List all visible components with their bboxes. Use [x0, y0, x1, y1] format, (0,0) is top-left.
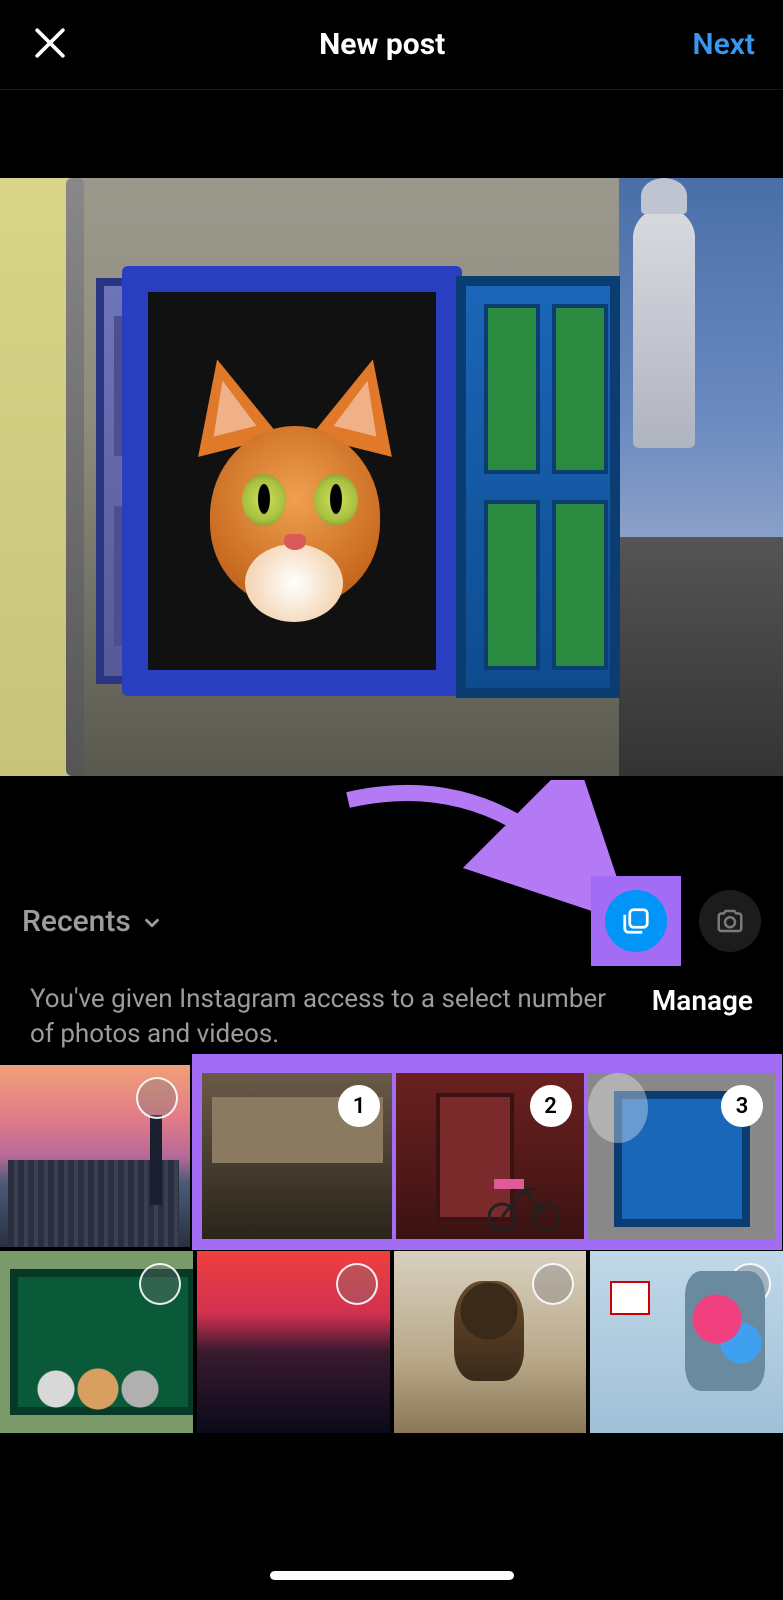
manage-button[interactable]: Manage — [652, 984, 753, 1017]
photo-thumbnail[interactable] — [0, 1065, 190, 1247]
selection-indicator[interactable] — [136, 1077, 178, 1119]
selection-indicator[interactable]: 1 — [338, 1085, 380, 1127]
album-selector-row: Recents — [0, 876, 783, 966]
photo-thumbnail[interactable] — [0, 1251, 193, 1433]
header-bar: New post Next — [0, 0, 783, 90]
limited-access-message: You've given Instagram access to a selec… — [30, 982, 632, 1052]
selection-indicator[interactable] — [729, 1263, 771, 1305]
photo-thumbnail[interactable]: 1 — [202, 1073, 392, 1239]
photo-preview[interactable] — [0, 178, 783, 776]
limited-access-row: You've given Instagram access to a selec… — [0, 982, 783, 1052]
preview-image — [0, 178, 783, 776]
camera-icon — [715, 906, 745, 936]
photo-thumbnail[interactable]: 2 — [396, 1073, 584, 1239]
next-button[interactable]: Next — [692, 27, 755, 62]
selection-indicator[interactable] — [532, 1263, 574, 1305]
photo-thumbnail[interactable]: 3 — [588, 1073, 776, 1239]
page-title: New post — [72, 27, 692, 62]
photo-thumbnail[interactable] — [590, 1251, 783, 1433]
album-selector[interactable]: Recents — [22, 904, 131, 939]
home-indicator[interactable] — [270, 1571, 514, 1580]
multiselect-button[interactable] — [605, 890, 667, 952]
multiselect-icon — [621, 906, 651, 936]
annotation-highlight-multiselect — [591, 876, 681, 966]
selection-indicator[interactable] — [139, 1263, 181, 1305]
photo-thumbnail[interactable] — [394, 1251, 587, 1433]
camera-button[interactable] — [699, 890, 761, 952]
photo-thumbnail[interactable] — [197, 1251, 390, 1433]
close-icon — [28, 21, 72, 65]
selection-indicator[interactable]: 2 — [530, 1085, 572, 1127]
photo-grid: 1 2 3 — [0, 1065, 783, 1433]
grid-row: 1 2 3 — [0, 1065, 783, 1247]
selection-indicator[interactable] — [336, 1263, 378, 1305]
close-button[interactable] — [28, 21, 72, 69]
selection-indicator[interactable]: 3 — [721, 1085, 763, 1127]
chevron-down-icon — [141, 912, 163, 934]
grid-row — [0, 1251, 783, 1433]
